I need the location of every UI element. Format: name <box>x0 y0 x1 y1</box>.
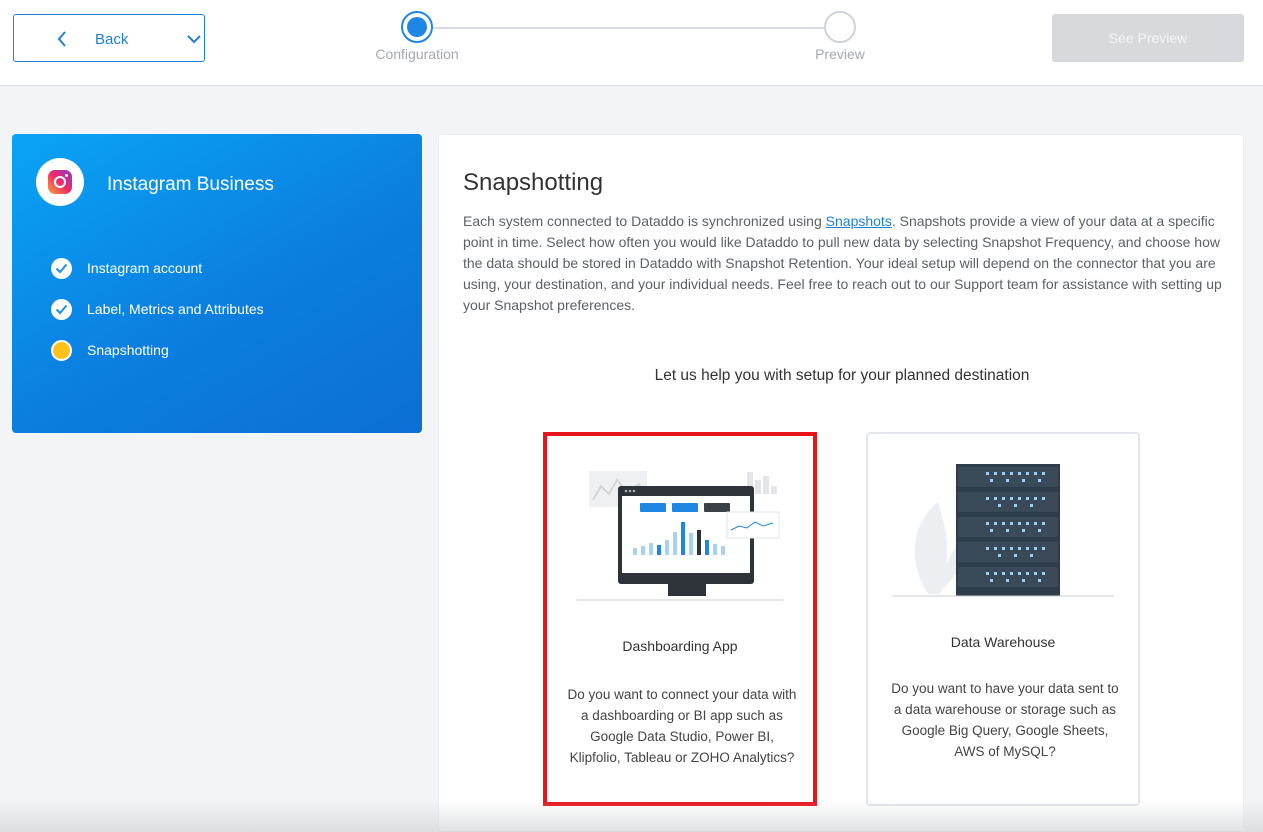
destination-help-title: Let us help you with setup for your plan… <box>654 367 1030 384</box>
option-description: Do you want to have your data sent to a … <box>891 681 1119 759</box>
dashboard-monitor-illustration <box>577 471 783 601</box>
option-description: Do you want to connect your data with a … <box>567 687 797 765</box>
step-configuration-dot <box>401 11 433 43</box>
connector-card: Instagram Business Instagram account Lab… <box>12 134 422 433</box>
connector-step-label: Snapshotting <box>87 342 169 358</box>
connector-step-label: Label, Metrics and Attributes <box>87 301 264 317</box>
pending-dot-icon <box>51 340 72 361</box>
chevron-down-icon[interactable] <box>186 32 202 46</box>
step-preview-label: Preview <box>815 46 865 62</box>
page-title: Snapshotting <box>463 169 604 196</box>
back-label: Back <box>95 31 129 48</box>
chevron-left-icon <box>57 31 66 47</box>
connector-title: Instagram Business <box>107 174 274 195</box>
option-title: Dashboarding App <box>622 638 738 654</box>
snapshotting-description: Each system connected to Dataddo is sync… <box>463 211 1223 316</box>
instagram-icon <box>48 170 72 194</box>
stepper-line <box>433 27 824 29</box>
description-text: Each system connected to Dataddo is sync… <box>463 213 826 229</box>
server-rack-illustration <box>892 464 1114 597</box>
step-configuration-label: Configuration <box>375 46 459 62</box>
back-button[interactable]: Back <box>13 14 205 62</box>
step-preview-dot <box>824 11 856 43</box>
dashboarding-app-option[interactable]: Dashboarding App Do you want to connect … <box>543 432 817 806</box>
data-warehouse-option[interactable]: Data Warehouse Do you want to have your … <box>866 432 1140 806</box>
connector-step-label: Instagram account <box>87 260 203 276</box>
see-preview-button[interactable]: See Preview <box>1052 14 1244 62</box>
top-bar: Back Configuration Preview See Preview <box>0 0 1263 86</box>
snapshotting-panel: Snapshotting Each system connected to Da… <box>438 134 1244 832</box>
option-title: Data Warehouse <box>950 634 1056 650</box>
check-icon <box>51 299 72 320</box>
connector-avatar <box>36 158 84 206</box>
snapshots-link[interactable]: Snapshots <box>826 213 892 229</box>
check-icon <box>51 258 72 279</box>
